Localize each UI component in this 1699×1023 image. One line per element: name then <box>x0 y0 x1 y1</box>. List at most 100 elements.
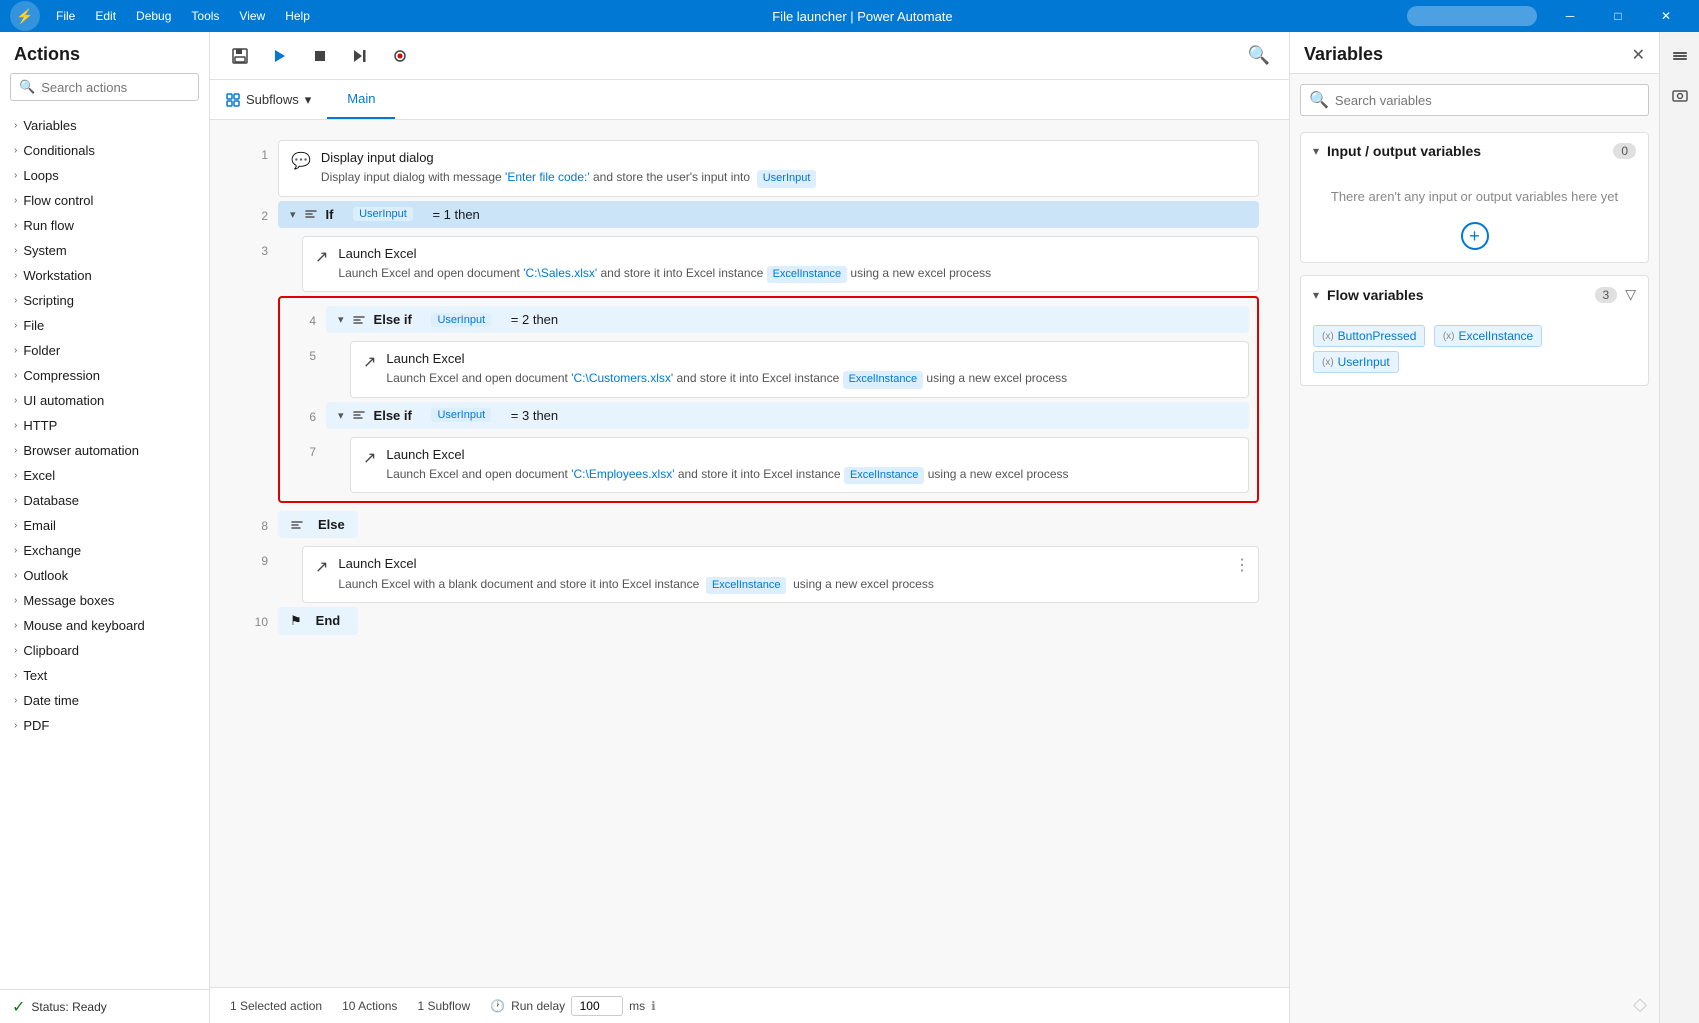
action-excel[interactable]: ›Excel <box>0 463 209 488</box>
flow-step-8: 8 Else <box>240 511 1259 542</box>
action-database[interactable]: ›Database <box>0 488 209 513</box>
menu-file[interactable]: File <box>48 7 83 25</box>
step-text-7: Launch Excel Launch Excel and open docum… <box>386 446 1236 485</box>
menu-tools[interactable]: Tools <box>183 7 227 25</box>
elseif-operator-6: = 3 then <box>511 408 558 423</box>
run-delay-input[interactable] <box>571 996 623 1016</box>
menu-help[interactable]: Help <box>277 7 318 25</box>
menu-edit[interactable]: Edit <box>87 7 124 25</box>
action-browser-automation[interactable]: ›Browser automation <box>0 438 209 463</box>
else-block-header[interactable]: Else <box>278 511 358 538</box>
search-actions-input[interactable] <box>41 80 190 95</box>
input-output-variables-section: ▾ Input / output variables 0 There aren'… <box>1300 132 1649 263</box>
flow-variable-excel-instance[interactable]: (x) ExcelInstance <box>1434 325 1542 347</box>
action-compression[interactable]: ›Compression <box>0 363 209 388</box>
if-block-header[interactable]: ▾ If UserInput = 1 then <box>278 201 1259 228</box>
switch-icon <box>304 207 318 221</box>
step-card-launch-excel-customers[interactable]: ↗ Launch Excel Launch Excel and open doc… <box>350 341 1249 398</box>
step-number-9: 9 <box>240 546 268 568</box>
action-text[interactable]: ›Text <box>0 663 209 688</box>
flow-variable-user-input[interactable]: (x) UserInput <box>1313 351 1399 373</box>
window-controls[interactable]: ─ □ ✕ <box>1547 0 1689 32</box>
run-delay-label: Run delay <box>511 999 565 1013</box>
action-folder[interactable]: ›Folder <box>0 338 209 363</box>
minimize-button[interactable]: ─ <box>1547 0 1593 32</box>
action-mouse-keyboard[interactable]: ›Mouse and keyboard <box>0 613 209 638</box>
action-flow-control[interactable]: ›Flow control <box>0 188 209 213</box>
flow-section-header[interactable]: ▾ Flow variables 3 ▽ <box>1301 276 1648 313</box>
action-conditionals[interactable]: ›Conditionals <box>0 138 209 163</box>
step-card-launch-excel-employees[interactable]: ↗ Launch Excel Launch Excel and open doc… <box>350 437 1249 494</box>
search-variables-input[interactable] <box>1335 93 1640 108</box>
action-http[interactable]: ›HTTP <box>0 413 209 438</box>
action-run-flow[interactable]: ›Run flow <box>0 213 209 238</box>
save-button[interactable] <box>224 40 256 72</box>
menu-bar[interactable]: File Edit Debug Tools View Help <box>48 7 318 25</box>
elseif-label-4: Else if <box>374 312 412 327</box>
stop-button[interactable] <box>304 40 336 72</box>
action-message-boxes[interactable]: ›Message boxes <box>0 588 209 613</box>
variables-search-box[interactable]: 🔍 <box>1300 84 1649 116</box>
menu-debug[interactable]: Debug <box>128 7 179 25</box>
layers-button[interactable] <box>1664 40 1696 72</box>
run-button[interactable] <box>264 40 296 72</box>
record-button[interactable] <box>384 40 416 72</box>
step-card-launch-excel-sales[interactable]: ↗ Launch Excel Launch Excel and open doc… <box>302 236 1259 293</box>
step-context-menu-button[interactable]: ⋮ <box>1234 555 1250 575</box>
elseif-block-header-4[interactable]: ▾ Else if UserInput = 2 then <box>326 306 1249 333</box>
app-icon: ⚡ <box>10 1 40 31</box>
step-card-display-input[interactable]: 💬 Display input dialog Display input dia… <box>278 140 1259 197</box>
next-step-button[interactable] <box>344 40 376 72</box>
launch-excel-icon: ↗ <box>315 247 328 267</box>
bottom-status-bar: 1 Selected action 10 Actions 1 Subflow 🕐… <box>210 987 1289 1023</box>
action-clipboard[interactable]: ›Clipboard <box>0 638 209 663</box>
action-variables[interactable]: ›Variables <box>0 113 209 138</box>
step-content-4: ▾ Else if UserInput = 2 then <box>326 306 1249 337</box>
flow-filter-button[interactable]: ▽ <box>1625 286 1636 303</box>
menu-view[interactable]: View <box>231 7 273 25</box>
input-output-section-header[interactable]: ▾ Input / output variables 0 <box>1301 133 1648 169</box>
app-body: Actions 🔍 ›Variables ›Conditionals ›Loop… <box>0 32 1699 1023</box>
flow-section-body: (x) ButtonPressed (x) ExcelInstance (x) … <box>1301 313 1648 385</box>
action-ui-automation[interactable]: ›UI automation <box>0 388 209 413</box>
canvas-search-button[interactable]: 🔍 <box>1243 40 1275 72</box>
maximize-button[interactable]: □ <box>1595 0 1641 32</box>
end-block-header[interactable]: ⚑ End <box>278 607 358 635</box>
flow-section-chevron-icon: ▾ <box>1313 288 1319 302</box>
step-card-launch-excel-blank[interactable]: ↗ Launch Excel Launch Excel with a blank… <box>302 546 1259 603</box>
action-exchange[interactable]: ›Exchange <box>0 538 209 563</box>
flow-variable-button-pressed[interactable]: (x) ButtonPressed <box>1313 325 1425 347</box>
chevron-icon: › <box>14 145 17 156</box>
action-outlook[interactable]: ›Outlook <box>0 563 209 588</box>
flow-canvas: 1 💬 Display input dialog Display input d… <box>210 120 1289 987</box>
run-delay-unit: ms <box>629 999 645 1013</box>
actions-search-box[interactable]: 🔍 <box>10 73 199 101</box>
step-desc-5: Launch Excel and open document 'C:\Custo… <box>386 370 1236 388</box>
image-button[interactable] <box>1664 80 1696 112</box>
variables-close-button[interactable]: ✕ <box>1632 45 1645 65</box>
action-workstation[interactable]: ›Workstation <box>0 263 209 288</box>
status-icon: ✓ <box>12 997 25 1017</box>
action-email[interactable]: ›Email <box>0 513 209 538</box>
flow-count-badge: 3 <box>1595 287 1618 303</box>
action-scripting[interactable]: ›Scripting <box>0 288 209 313</box>
elseif-operator-4: = 2 then <box>511 312 558 327</box>
action-date-time[interactable]: ›Date time <box>0 688 209 713</box>
add-variable-button[interactable]: + <box>1461 222 1489 250</box>
total-actions-text: 10 Actions <box>342 999 397 1013</box>
step-content-6: ▾ Else if UserInput = 3 then <box>326 402 1249 433</box>
subflow-count-text: 1 Subflow <box>417 999 470 1013</box>
action-system[interactable]: ›System <box>0 238 209 263</box>
close-button[interactable]: ✕ <box>1643 0 1689 32</box>
step-text-5: Launch Excel Launch Excel and open docum… <box>386 350 1236 389</box>
main-tab[interactable]: Main <box>327 80 395 119</box>
action-pdf[interactable]: ›PDF <box>0 713 209 738</box>
excel-instance-tag-3: ExcelInstance <box>767 266 847 283</box>
action-file[interactable]: ›File <box>0 313 209 338</box>
step-content-1: 💬 Display input dialog Display input dia… <box>278 140 1259 197</box>
step-title-1: Display input dialog <box>321 149 1246 167</box>
chevron-icon: › <box>14 445 17 456</box>
subflows-dropdown[interactable]: Subflows ▾ <box>210 80 327 119</box>
elseif-block-header-6[interactable]: ▾ Else if UserInput = 3 then <box>326 402 1249 429</box>
action-loops[interactable]: ›Loops <box>0 163 209 188</box>
